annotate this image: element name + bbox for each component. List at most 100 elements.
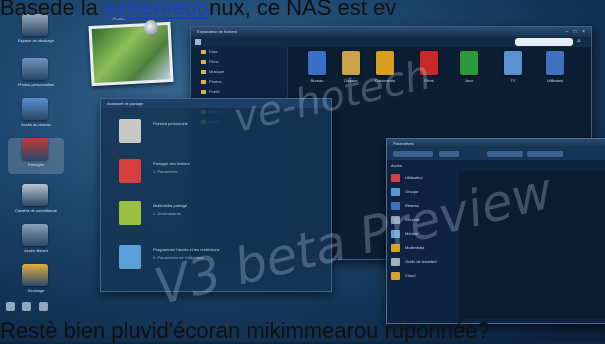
- settings-item[interactable]: Utilisateur: [387, 171, 457, 185]
- media-icon: [391, 230, 400, 238]
- document-icon: [546, 51, 564, 75]
- group-icon: [391, 188, 400, 196]
- tree-node[interactable]: Photos: [191, 77, 287, 87]
- photo-widget[interactable]: [88, 21, 174, 87]
- dock-item-label: Caméra de surveillance: [14, 208, 58, 213]
- webcam-icon: [144, 20, 158, 36]
- settings-detail-pane: [459, 171, 605, 319]
- file-item[interactable]: Films: [412, 51, 446, 89]
- dock-item-shares[interactable]: Partages: [8, 138, 64, 174]
- caption-segment: nux, ce NAS est ev: [209, 0, 397, 20]
- settings-item-label: Groupe: [405, 189, 419, 194]
- tree-node[interactable]: Data: [191, 47, 287, 57]
- caption-segment: Basede la: [0, 0, 104, 20]
- file-name: Dossier: [344, 78, 358, 83]
- dock-item-remote[interactable]: Accès distant: [8, 224, 64, 260]
- settings-item-label: Médias: [405, 231, 418, 236]
- dock-item-label: Accès distant: [24, 248, 48, 253]
- tree-node[interactable]: Films: [191, 57, 287, 67]
- shares-icon: [22, 138, 48, 160]
- share-wizard-window: Assistant de partage Fichiers personnels…: [100, 98, 332, 292]
- search-icon[interactable]: ⌕: [577, 38, 585, 46]
- settings-toolbar: [387, 148, 605, 160]
- settings-item[interactable]: Réseau: [387, 199, 457, 213]
- settings-item[interactable]: Groupe: [387, 185, 457, 199]
- multimedia-icon: [391, 244, 400, 252]
- monitor-icon: [504, 51, 522, 75]
- schedule-icon: [119, 245, 141, 269]
- article-caption-top: Basede la sysiemeoonux, ce NAS est ev: [0, 0, 605, 22]
- file-name: Utilitaires: [546, 78, 564, 83]
- dock-item-label: Partages: [27, 162, 44, 167]
- wizard-option-title: Programmer l'accès et les restrictions: [153, 247, 220, 252]
- cloud-icon: [391, 272, 400, 280]
- settings-item-label: Sécurité: [405, 217, 420, 222]
- wizard-option-subtitle: 2. Destinataires: [153, 211, 181, 216]
- dock-item-label: Photos personnelles: [17, 82, 55, 87]
- view-button[interactable]: [487, 151, 523, 157]
- folder-icon: [460, 51, 478, 75]
- file-name: Jeux: [464, 78, 474, 83]
- wizard-option-subtitle: 1. Paramètres: [153, 169, 179, 174]
- forward-button[interactable]: [439, 151, 459, 157]
- article-caption-bottom: Restè bien pluvid'écoran mikimmearou rup…: [0, 318, 490, 343]
- dock-item-label: Stockage: [27, 288, 45, 293]
- settings-item-label: Cloud: [405, 273, 416, 278]
- tree-node[interactable]: Public: [191, 87, 287, 97]
- settings-item[interactable]: Cloud: [387, 269, 457, 283]
- file-item[interactable]: Dossier: [334, 51, 368, 89]
- user-files-icon: [119, 119, 141, 143]
- window-title: Paramètres: [387, 139, 605, 148]
- drive-icon: [22, 264, 48, 286]
- wizard-option[interactable]: Fichiers personnels: [113, 115, 313, 151]
- system-tray: [6, 298, 62, 311]
- remote-icon: [22, 224, 48, 246]
- dock-item-camera[interactable]: Caméra de surveillance: [8, 184, 64, 220]
- mail-icon[interactable]: [38, 302, 48, 311]
- window-controls[interactable]: – □ ×: [566, 29, 588, 35]
- settings-item[interactable]: Sécurité: [387, 213, 457, 227]
- wizard-option[interactable]: Multimédia partagé 2. Destinataires: [113, 197, 313, 233]
- dock-item-network[interactable]: Accès au réseau: [8, 98, 64, 134]
- folder-icon: [420, 51, 438, 75]
- file-item[interactable]: Documents: [368, 51, 402, 89]
- file-item[interactable]: Bureau: [300, 51, 334, 89]
- settings-item-label: Multimédia: [405, 245, 425, 250]
- settings-item[interactable]: Médias: [387, 227, 457, 241]
- wizard-option[interactable]: Partager des fichiers 1. Paramètres: [113, 155, 313, 191]
- window-title: Assistant de partage: [101, 99, 331, 108]
- network-icon: [22, 98, 48, 120]
- folder-icon: [308, 51, 326, 75]
- file-item[interactable]: Utilitaires: [538, 51, 572, 89]
- file-item[interactable]: Jeux: [452, 51, 486, 89]
- globe-icon[interactable]: [22, 302, 32, 311]
- caption-link[interactable]: sysiemeoo: [104, 0, 209, 20]
- network-icon: [391, 202, 400, 210]
- search-input[interactable]: [515, 38, 573, 46]
- security-icon: [391, 216, 400, 224]
- settings-item-label: Utilisateur: [405, 175, 423, 180]
- file-item[interactable]: TV: [496, 51, 530, 89]
- dock-item-storage-2[interactable]: Stockage: [8, 264, 64, 300]
- shield-icon[interactable]: [6, 302, 15, 311]
- settings-item-label: Réseau: [405, 203, 419, 208]
- settings-window: Paramètres Accès Utilisateur Groupe Rése…: [386, 138, 605, 324]
- dock: Espace de stockage Photos personnelles A…: [8, 14, 64, 314]
- wizard-option-title: Partager des fichiers: [153, 161, 190, 166]
- file-name: Documents: [374, 78, 396, 83]
- multimedia-icon: [119, 201, 141, 225]
- desktop: Espace de stockage Photos personnelles A…: [0, 0, 605, 342]
- folder-icon: [376, 51, 394, 75]
- dock-item-label: Accès au réseau: [21, 122, 51, 127]
- tree-node[interactable]: Musique: [191, 67, 287, 77]
- settings-item[interactable]: Outils de transfert: [387, 255, 457, 269]
- dock-item-label: Espace de stockage: [17, 38, 55, 43]
- home-icon[interactable]: [195, 39, 201, 45]
- wizard-option-title: Fichiers personnels: [153, 121, 188, 126]
- back-button[interactable]: [393, 151, 433, 157]
- dock-item-photos[interactable]: Photos personnelles: [8, 58, 64, 94]
- options-button[interactable]: [527, 151, 563, 157]
- settings-item[interactable]: Multimédia: [387, 241, 457, 255]
- file-name: Bureau: [310, 78, 324, 83]
- wizard-option[interactable]: Programmer l'accès et les restrictions 3…: [113, 241, 313, 277]
